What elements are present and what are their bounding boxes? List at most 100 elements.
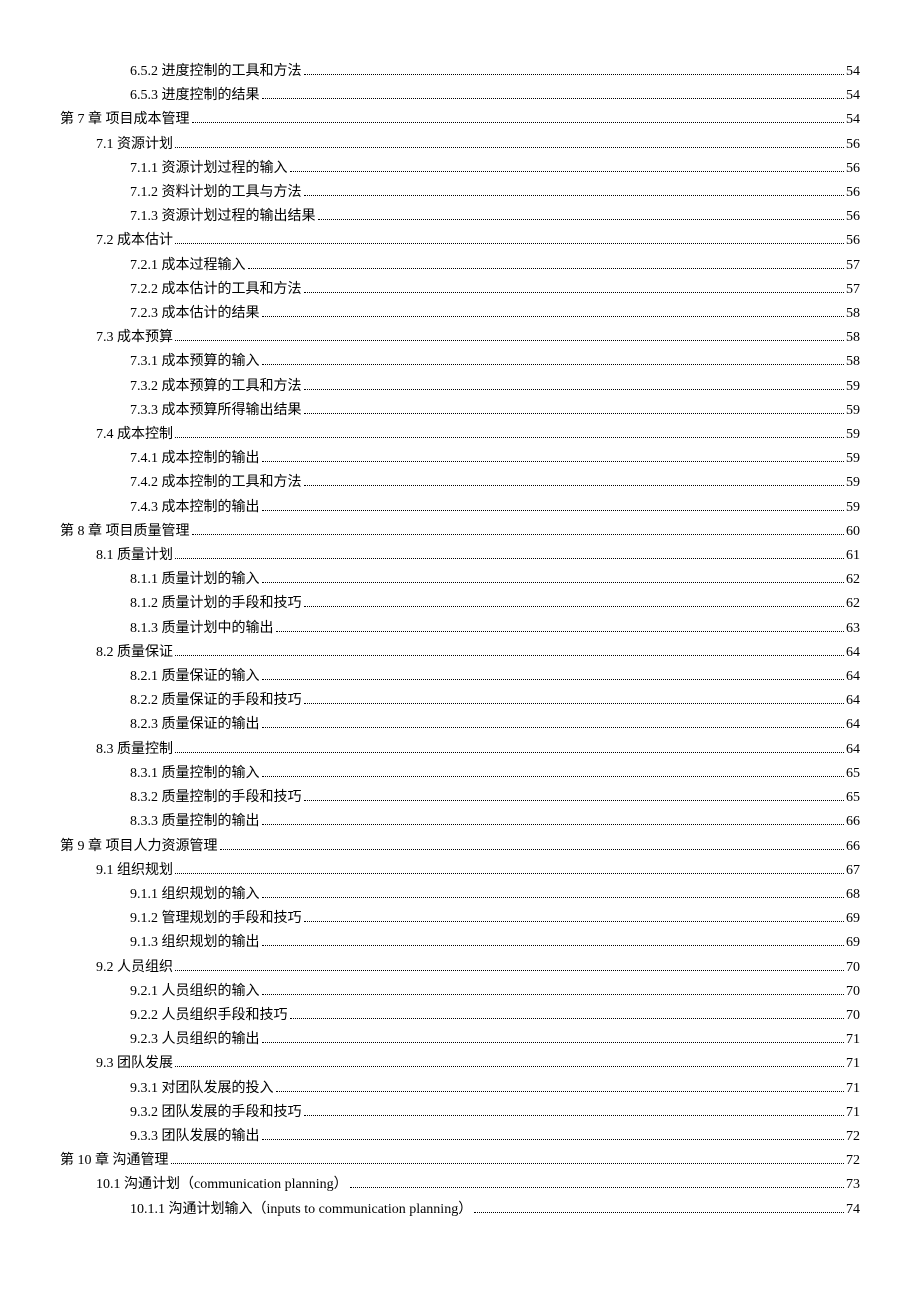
toc-label: 10.1.1 沟通计划输入（inputs to communication pl… [130, 1198, 472, 1222]
toc-label: 7.2 成本估计 [96, 229, 173, 253]
toc-entry[interactable]: 7.4 成本控制59 [60, 423, 860, 447]
toc-label: 9.2.1 人员组织的输入 [130, 980, 260, 1004]
toc-leader-dots [318, 209, 845, 220]
toc-entry[interactable]: 9.1.3 组织规划的输出 69 [60, 931, 860, 955]
toc-page-number: 68 [846, 883, 860, 907]
toc-entry[interactable]: 7.3.2 成本预算的工具和方法59 [60, 375, 860, 399]
toc-entry[interactable]: 8.2.1 质量保证的输入64 [60, 665, 860, 689]
toc-page-number: 71 [846, 1077, 860, 1101]
toc-entry[interactable]: 7.4.1 成本控制的输出59 [60, 447, 860, 471]
toc-entry[interactable]: 7.2 成本估计56 [60, 229, 860, 253]
toc-page-number: 65 [846, 786, 860, 810]
toc-entry[interactable]: 9.2 人员组织70 [60, 956, 860, 980]
toc-leader-dots [276, 621, 845, 632]
toc-entry[interactable]: 7.2.3 成本估计的结果 58 [60, 302, 860, 326]
toc-entry[interactable]: 8.1.1 质量计划的输入62 [60, 568, 860, 592]
toc-label: 8.1.3 质量计划中的输出 [130, 617, 274, 641]
toc-entry[interactable]: 6.5.3 进度控制的结果54 [60, 84, 860, 108]
toc-entry[interactable]: 8.2 质量保证64 [60, 641, 860, 665]
toc-entry[interactable]: 第 10 章 沟通管理72 [60, 1149, 860, 1173]
toc-page-number: 71 [846, 1101, 860, 1125]
toc-entry[interactable]: 8.3.1 质量控制的输入65 [60, 762, 860, 786]
toc-entry[interactable]: 7.4.2 成本控制的工具和方法59 [60, 471, 860, 495]
toc-entry[interactable]: 9.2.3 人员组织的输出71 [60, 1028, 860, 1052]
toc-entry[interactable]: 10.1 沟通计划（communication planning）73 [60, 1173, 860, 1197]
toc-entry[interactable]: 9.3.3 团队发展的输出 72 [60, 1125, 860, 1149]
toc-label: 8.3.3 质量控制的输出 [130, 810, 260, 834]
toc-label: 6.5.3 进度控制的结果 [130, 84, 260, 108]
toc-page-number: 59 [846, 399, 860, 423]
table-of-contents: 6.5.2 进度控制的工具和方法546.5.3 进度控制的结果54第 7 章 项… [60, 60, 860, 1222]
toc-entry[interactable]: 7.1.3 资源计划过程的输出结果56 [60, 205, 860, 229]
toc-leader-dots [175, 548, 844, 559]
toc-entry[interactable]: 6.5.2 进度控制的工具和方法54 [60, 60, 860, 84]
toc-page-number: 70 [846, 956, 860, 980]
toc-entry[interactable]: 9.1.2 管理规划的手段和技巧69 [60, 907, 860, 931]
toc-page-number: 67 [846, 859, 860, 883]
toc-entry[interactable]: 7.1.2 资料计划的工具与方法56 [60, 181, 860, 205]
toc-label: 8.2 质量保证 [96, 641, 173, 665]
toc-entry[interactable]: 8.2.3 质量保证的输出64 [60, 713, 860, 737]
toc-label: 7.2.3 成本估计的结果 [130, 302, 260, 326]
toc-entry[interactable]: 8.3.3 质量控制的输出66 [60, 810, 860, 834]
toc-entry[interactable]: 7.3.1 成本预算的输入58 [60, 350, 860, 374]
toc-leader-dots [175, 1057, 844, 1068]
toc-page-number: 69 [846, 931, 860, 955]
toc-page-number: 72 [846, 1125, 860, 1149]
toc-leader-dots [175, 645, 844, 656]
toc-entry[interactable]: 9.3 团队发展71 [60, 1052, 860, 1076]
toc-page-number: 58 [846, 302, 860, 326]
toc-leader-dots [248, 258, 845, 269]
toc-page-number: 56 [846, 157, 860, 181]
toc-entry[interactable]: 9.3.1 对团队发展的投入71 [60, 1077, 860, 1101]
toc-entry[interactable]: 8.1.3 质量计划中的输出 63 [60, 617, 860, 641]
toc-entry[interactable]: 8.3.2 质量控制的手段和技巧65 [60, 786, 860, 810]
toc-page-number: 72 [846, 1149, 860, 1173]
toc-entry[interactable]: 9.2.2 人员组织手段和技巧70 [60, 1004, 860, 1028]
toc-entry[interactable]: 7.3 成本预算58 [60, 326, 860, 350]
toc-leader-dots [262, 815, 845, 826]
toc-label: 8.2.2 质量保证的手段和技巧 [130, 689, 302, 713]
toc-entry[interactable]: 8.2.2 质量保证的手段和技巧64 [60, 689, 860, 713]
toc-leader-dots [192, 524, 845, 535]
toc-entry[interactable]: 8.1 质量计划61 [60, 544, 860, 568]
toc-entry[interactable]: 9.3.2 团队发展的手段和技巧71 [60, 1101, 860, 1125]
toc-leader-dots [262, 572, 845, 583]
toc-entry[interactable]: 10.1.1 沟通计划输入（inputs to communication pl… [60, 1198, 860, 1222]
toc-entry[interactable]: 9.1 组织规划67 [60, 859, 860, 883]
toc-entry[interactable]: 7.2.1 成本过程输入57 [60, 254, 860, 278]
toc-label: 9.2.3 人员组织的输出 [130, 1028, 260, 1052]
toc-label: 7.4.1 成本控制的输出 [130, 447, 260, 471]
toc-leader-dots [262, 1129, 845, 1140]
toc-label: 9.3.3 团队发展的输出 [130, 1125, 260, 1149]
toc-entry[interactable]: 9.2.1 人员组织的输入 70 [60, 980, 860, 1004]
toc-entry[interactable]: 9.1.1 组织规划的输入68 [60, 883, 860, 907]
toc-label: 7.2.2 成本估计的工具和方法 [130, 278, 302, 302]
toc-entry[interactable]: 第 9 章 项目人力资源管理66 [60, 835, 860, 859]
toc-leader-dots [175, 427, 844, 438]
toc-page-number: 63 [846, 617, 860, 641]
toc-label: 8.1 质量计划 [96, 544, 173, 568]
toc-leader-dots [262, 451, 845, 462]
toc-entry[interactable]: 7.1 资源计划56 [60, 133, 860, 157]
toc-entry[interactable]: 8.3 质量控制64 [60, 738, 860, 762]
toc-leader-dots [276, 1081, 845, 1092]
toc-page-number: 56 [846, 205, 860, 229]
toc-page-number: 70 [846, 980, 860, 1004]
toc-label: 7.4 成本控制 [96, 423, 173, 447]
toc-label: 第 8 章 项目质量管理 [60, 520, 190, 544]
toc-page-number: 59 [846, 471, 860, 495]
toc-entry[interactable]: 7.4.3 成本控制的输出59 [60, 496, 860, 520]
toc-label: 9.1.3 组织规划的输出 [130, 931, 260, 955]
toc-entry[interactable]: 7.3.3 成本预算所得输出结果59 [60, 399, 860, 423]
toc-leader-dots [474, 1202, 844, 1213]
toc-entry[interactable]: 7.2.2 成本估计的工具和方法57 [60, 278, 860, 302]
toc-leader-dots [304, 911, 845, 922]
toc-entry[interactable]: 第 8 章 项目质量管理60 [60, 520, 860, 544]
toc-entry[interactable]: 7.1.1 资源计划过程的输入56 [60, 157, 860, 181]
toc-entry[interactable]: 第 7 章 项目成本管理54 [60, 108, 860, 132]
toc-entry[interactable]: 8.1.2 质量计划的手段和技巧62 [60, 592, 860, 616]
toc-leader-dots [304, 64, 845, 75]
toc-leader-dots [220, 839, 845, 850]
toc-leader-dots [290, 161, 845, 172]
